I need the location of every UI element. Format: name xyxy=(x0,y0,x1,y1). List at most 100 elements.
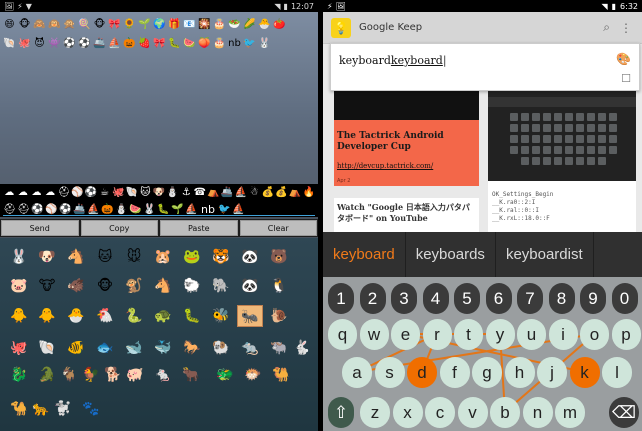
key-l[interactable]: l xyxy=(602,357,632,388)
emoji-palette-key[interactable]: 🐶 xyxy=(34,246,60,268)
emoji-palette-key[interactable]: 🐍 xyxy=(121,305,147,327)
emoji-palette-key[interactable]: 🐼 xyxy=(237,275,263,297)
emoji-palette-key[interactable]: 🐱 xyxy=(92,246,118,268)
checklist-icon[interactable]: ☐ xyxy=(621,72,631,85)
emoji-palette-key[interactable]: 🐏 xyxy=(208,337,234,359)
emoji-palette-key[interactable]: 🐛 xyxy=(179,305,205,327)
emoji-palette-key[interactable]: 🐟 xyxy=(92,337,118,359)
emoji-palette-key[interactable]: 🐎 xyxy=(179,337,205,359)
key-i[interactable]: i xyxy=(548,319,578,350)
emoji-palette-key[interactable]: 🐣 xyxy=(63,305,89,327)
emoji-palette-key[interactable]: 🐴 xyxy=(63,246,89,268)
key-n[interactable]: n xyxy=(522,397,553,428)
key-c[interactable]: c xyxy=(425,397,455,428)
copy-button[interactable]: Copy xyxy=(80,220,158,236)
emoji-palette-key[interactable]: 🐚 xyxy=(34,337,60,359)
paste-button[interactable]: Paste xyxy=(160,220,238,236)
key-b[interactable]: b xyxy=(490,397,520,428)
key-7[interactable]: 7 xyxy=(517,283,543,314)
emoji-palette-key[interactable]: 🐀 xyxy=(237,337,263,359)
emoji-palette-key[interactable]: 🐧 xyxy=(266,275,292,297)
key-d[interactable]: d xyxy=(407,357,437,388)
key-r[interactable]: r xyxy=(422,319,452,350)
emoji-palette-key[interactable]: 🐥 xyxy=(34,305,60,327)
key-z[interactable]: z xyxy=(360,397,390,428)
emoji-palette-key[interactable]: 🐾 xyxy=(78,398,104,420)
emoji-palette-key[interactable]: 🐔 xyxy=(92,305,118,327)
palette-icon[interactable]: 🎨 xyxy=(616,52,631,66)
note-card-screenshot[interactable] xyxy=(488,91,636,181)
emoji-palette-key[interactable]: 🐘 xyxy=(208,275,234,297)
key-u[interactable]: u xyxy=(517,319,546,350)
emoji-palette-key[interactable]: 🐗 xyxy=(63,275,89,297)
key-0[interactable]: 0 xyxy=(611,283,638,314)
emoji-palette-key[interactable]: 🐰 xyxy=(6,246,32,268)
note-card-red[interactable]: The Tactrick Android Developer Cup http:… xyxy=(334,120,479,186)
emoji-palette-key[interactable]: 🐯 xyxy=(208,246,234,268)
emoji-palette-key[interactable]: 🐹 xyxy=(150,246,176,268)
emoji-palette-key[interactable]: 🐩 xyxy=(50,398,76,420)
backspace-key[interactable]: ⌫ xyxy=(609,397,639,428)
shift-key[interactable]: ⇧ xyxy=(328,397,354,428)
emoji-palette-key[interactable]: 🐌 xyxy=(266,305,292,327)
key-9[interactable]: 9 xyxy=(580,283,606,314)
key-2[interactable]: 2 xyxy=(359,283,386,314)
note-card-settings[interactable]: OK_Settings_Begin __K.ra0::2:I __K.ral::0:… xyxy=(488,181,636,232)
emoji-palette-key[interactable]: 🐁 xyxy=(150,364,176,386)
emoji-palette-key[interactable]: 🐜 xyxy=(237,305,263,327)
emoji-palette-key[interactable]: 🐢 xyxy=(150,305,176,327)
note-input[interactable]: keyboardkeyboard| xyxy=(339,54,447,67)
key-k[interactable]: k xyxy=(569,357,600,388)
search-icon[interactable]: ⌕ xyxy=(603,20,610,35)
key-j[interactable]: j xyxy=(537,357,567,388)
key-x[interactable]: x xyxy=(392,397,423,428)
emoji-palette-key[interactable]: 🐼 xyxy=(237,246,263,268)
note-input-box[interactable]: keyboardkeyboard| 🎨 ☐ xyxy=(330,43,640,91)
key-m[interactable]: m xyxy=(555,397,585,428)
emoji-palette-key[interactable]: 🐷 xyxy=(6,275,32,297)
emoji-palette-key[interactable]: 🐡 xyxy=(240,364,266,386)
emoji-palette-key[interactable]: 🐠 xyxy=(63,337,89,359)
key-v[interactable]: v xyxy=(457,397,488,428)
key-1[interactable]: 1 xyxy=(328,283,354,314)
emoji-palette-key[interactable]: 🐙 xyxy=(6,337,32,359)
note-link[interactable]: http://devcup.tactrick.com/ xyxy=(337,162,433,170)
note-card-dark[interactable] xyxy=(334,91,479,120)
key-s[interactable]: s xyxy=(374,357,405,388)
message-text-area[interactable]: 😄 🐵 🙈 🙉 🙊 🍭 🐵 🎀 🌻 🌱 🌍 🎁 📧 🎇 🎂 🥗 🌽 🐣 🍅 🐚 🐙 😈 👾 ⚽ ⚽ 🚢 ⛵ 🎃 🍓 🎀 🐛 🍉 🍑 🎂 nb 🐦 🐰 xyxy=(0,12,318,184)
emoji-palette-key[interactable]: 🐵 xyxy=(92,275,118,297)
key-4[interactable]: 4 xyxy=(422,283,449,314)
emoji-palette-key[interactable]: 🐭 xyxy=(121,246,147,268)
emoji-palette-key[interactable]: 🐳 xyxy=(150,337,176,359)
key-o[interactable]: o xyxy=(580,319,609,350)
emoji-palette-key[interactable]: 🐝 xyxy=(208,305,234,327)
key-5[interactable]: 5 xyxy=(454,283,480,314)
key-e[interactable]: e xyxy=(391,319,420,350)
emoji-palette-key[interactable]: 🐉 xyxy=(6,364,32,386)
emoji-palette-key[interactable]: 🐑 xyxy=(179,275,205,297)
emoji-palette-key[interactable]: 🐻 xyxy=(266,246,292,268)
key-p[interactable]: p xyxy=(611,319,641,350)
key-w[interactable]: w xyxy=(359,319,389,350)
clear-button[interactable]: Clear xyxy=(239,220,317,236)
emoji-palette-key[interactable]: 🐖 xyxy=(122,364,148,386)
emoji-palette-key[interactable]: 🐸 xyxy=(179,246,205,268)
note-card-youtube[interactable]: Watch "Google 日本語入力パタパタボード" on YouTube xyxy=(334,198,479,232)
emoji-palette-key[interactable]: 🐴 xyxy=(150,275,176,297)
emoji-palette-key[interactable]: 🐥 xyxy=(6,305,32,327)
key-y[interactable]: y xyxy=(485,319,515,350)
emoji-palette-key[interactable]: 🐂 xyxy=(178,364,204,386)
emoji-palette-key[interactable]: 🐫 xyxy=(268,364,294,386)
key-t[interactable]: t xyxy=(454,319,483,350)
emoji-palette-key[interactable]: 🐮 xyxy=(34,275,60,297)
key-6[interactable]: 6 xyxy=(485,283,512,314)
send-button[interactable]: Send xyxy=(1,220,79,236)
key-f[interactable]: f xyxy=(439,357,470,388)
key-h[interactable]: h xyxy=(504,357,535,388)
emoji-palette-key[interactable]: 🐇 xyxy=(289,337,315,359)
key-g[interactable]: g xyxy=(472,357,502,388)
key-3[interactable]: 3 xyxy=(391,283,417,314)
key-8[interactable]: 8 xyxy=(548,283,575,314)
emoji-palette-key[interactable]: 🐒 xyxy=(121,275,147,297)
emoji-palette-key[interactable]: 🐋 xyxy=(121,337,147,359)
